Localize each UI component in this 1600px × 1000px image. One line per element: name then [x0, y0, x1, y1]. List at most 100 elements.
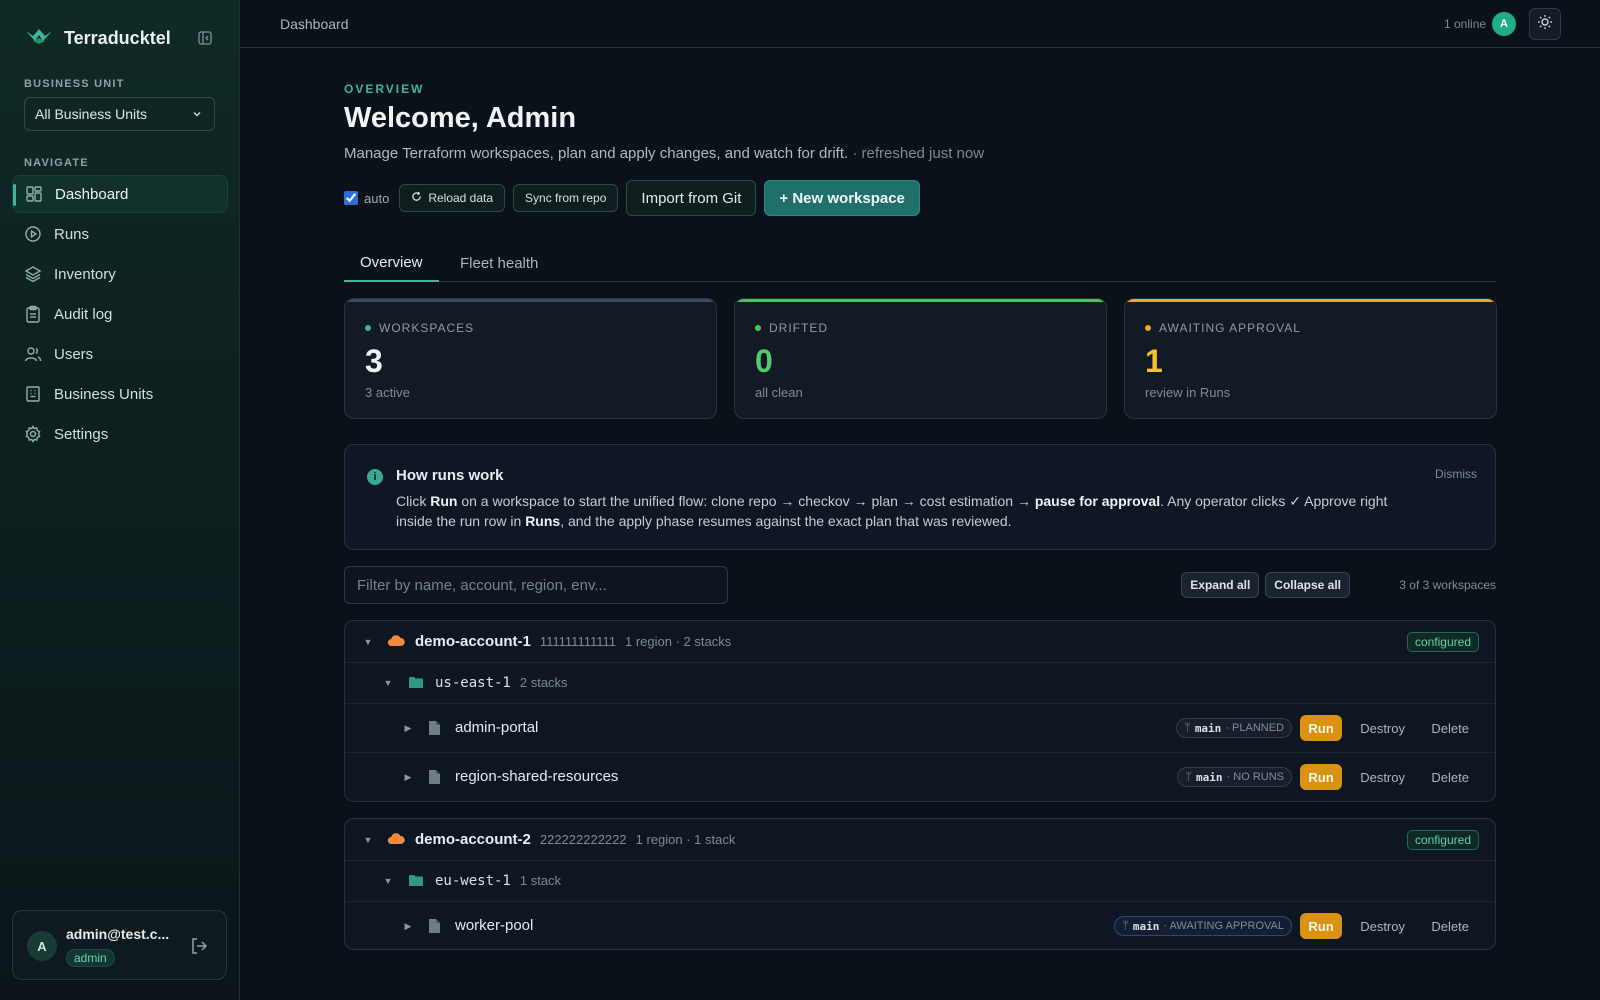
tab-fleet-health[interactable]: Fleet health [444, 244, 554, 282]
run-button[interactable]: Run [1300, 715, 1342, 741]
branch-name: main [1194, 721, 1222, 735]
delete-button[interactable]: Delete [1431, 721, 1469, 736]
region-info: eu-west-1 1 stack [435, 873, 561, 889]
chevron-right-icon[interactable]: ▶ [403, 723, 413, 733]
stat-value: 0 [755, 343, 773, 379]
account-row[interactable]: ▼ demo-account-1 111111111111 1 region ·… [345, 621, 1495, 663]
action-bar: auto Reload data Sync from repo Import f… [344, 180, 920, 216]
expand-all-button[interactable]: Expand all [1181, 572, 1260, 598]
chevron-down-icon[interactable]: ▼ [383, 876, 393, 886]
app-name: Terraducktel [64, 27, 171, 48]
breadcrumb[interactable]: Dashboard [280, 16, 349, 32]
destroy-button[interactable]: Destroy [1360, 770, 1405, 785]
file-icon [428, 918, 441, 939]
workspace-name[interactable]: worker-pool [455, 917, 533, 934]
stat-label-text: DRIFTED [769, 321, 828, 335]
workspace-name[interactable]: region-shared-resources [455, 768, 618, 785]
sidebar-item-dashboard[interactable]: Dashboard [12, 175, 228, 213]
stat-card-workspaces[interactable]: WORKSPACES 3 3 active [344, 298, 717, 419]
chevron-right-icon[interactable]: ▶ [403, 921, 413, 931]
sidebar-item-runs[interactable]: Runs [12, 215, 228, 253]
stat-label: AWAITING APPROVAL [1145, 321, 1301, 335]
delete-button[interactable]: Delete [1431, 770, 1469, 785]
run-button[interactable]: Run [1300, 913, 1342, 939]
account-meta: 1 region · 1 stack [635, 832, 736, 847]
sidebar-item-label: Runs [54, 225, 90, 243]
chevron-down-icon[interactable]: ▼ [363, 637, 373, 647]
stat-accent-bar [735, 299, 1106, 302]
workspace-row[interactable]: ▶ admin-portal ᛘ main · PLANNED Run Dest… [345, 704, 1495, 753]
sidebar-item-label: Settings [54, 425, 109, 443]
sidebar-item-audit-log[interactable]: Audit log [12, 295, 228, 333]
theme-toggle-button[interactable] [1529, 8, 1561, 40]
collapse-sidebar-icon[interactable] [196, 29, 214, 47]
info-bold: pause for approval [1034, 493, 1161, 509]
info-text: , and the apply phase resumes against th… [560, 513, 1012, 529]
topbar: Dashboard 1 online A [240, 0, 1600, 48]
chevron-down-icon[interactable]: ▼ [383, 678, 393, 688]
run-status: · PLANNED [1225, 722, 1284, 734]
region-name: eu-west-1 [435, 873, 511, 889]
clipboard-icon [24, 305, 42, 323]
sidebar: Terraducktel BUSINESS UNIT All Business … [0, 0, 240, 1000]
info-body: Click Run on a workspace to start the un… [396, 491, 1426, 531]
account-row[interactable]: ▼ demo-account-2 222222222222 1 region ·… [345, 819, 1495, 861]
region-meta: 2 stacks [519, 675, 568, 690]
info-text: on a workspace to start the unified flow… [457, 493, 1035, 509]
run-button[interactable]: Run [1300, 764, 1342, 790]
logout-icon[interactable] [189, 936, 209, 956]
region-row[interactable]: ▼ us-east-1 2 stacks [345, 663, 1495, 704]
stat-card-drifted[interactable]: DRIFTED 0 all clean [734, 298, 1107, 419]
dashboard-icon [25, 185, 43, 203]
stat-card-awaiting-approval[interactable]: AWAITING APPROVAL 1 review in Runs [1124, 298, 1497, 419]
new-workspace-button[interactable]: + New workspace [764, 180, 920, 216]
git-branch-icon: ᛘ [1184, 722, 1191, 734]
brand[interactable]: Terraducktel [24, 26, 171, 50]
delete-button[interactable]: Delete [1431, 919, 1469, 934]
region-row[interactable]: ▼ eu-west-1 1 stack [345, 861, 1495, 902]
refreshed-text: · refreshed just now [852, 145, 985, 162]
info-bold: Run [430, 493, 458, 509]
sidebar-item-settings[interactable]: Settings [12, 415, 228, 453]
sidebar-item-inventory[interactable]: Inventory [12, 255, 228, 293]
workspace-name[interactable]: admin-portal [455, 719, 538, 736]
business-unit-select[interactable]: All Business Units [24, 97, 215, 131]
layers-icon [24, 265, 42, 283]
stat-subtext: review in Runs [1145, 385, 1231, 400]
collapse-all-button[interactable]: Collapse all [1265, 572, 1350, 598]
destroy-button[interactable]: Destroy [1360, 721, 1405, 736]
git-branch-icon: ᛘ [1185, 771, 1193, 783]
workspace-row[interactable]: ▶ region-shared-resources ᛘ main · NO RU… [345, 753, 1495, 801]
status-dot-icon [365, 325, 371, 331]
sidebar-item-business-units[interactable]: Business Units [12, 375, 228, 413]
run-status: · NO RUNS [1226, 771, 1284, 783]
avatar[interactable]: A [1492, 12, 1516, 36]
chevron-down-icon [192, 106, 202, 122]
destroy-button[interactable]: Destroy [1360, 919, 1405, 934]
navigate-label: NAVIGATE [24, 157, 89, 169]
play-circle-icon [24, 225, 42, 243]
stat-value: 1 [1145, 343, 1163, 379]
sidebar-item-label: Inventory [54, 265, 116, 283]
stat-accent-bar [1125, 299, 1496, 302]
workspace-row[interactable]: ▶ worker-pool ᛘ main · AWAITING APPROVAL… [345, 902, 1495, 949]
chevron-right-icon[interactable]: ▶ [403, 772, 413, 782]
section-eyebrow: OVERVIEW [344, 82, 425, 96]
status-badge: configured [1406, 632, 1479, 652]
online-count: 1 online [1444, 17, 1487, 31]
auto-refresh-checkbox[interactable] [344, 191, 358, 205]
import-from-git-button[interactable]: Import from Git [626, 180, 757, 216]
branch-status-badge: ᛘ main · NO RUNS [1177, 767, 1292, 787]
region-meta: 1 stack [519, 873, 562, 888]
sidebar-item-users[interactable]: Users [12, 335, 228, 373]
sync-from-repo-button[interactable]: Sync from repo [513, 184, 619, 212]
tab-overview[interactable]: Overview [344, 244, 439, 282]
auto-refresh-toggle[interactable]: auto [344, 191, 389, 206]
reload-data-button[interactable]: Reload data [399, 184, 506, 212]
chevron-down-icon[interactable]: ▼ [363, 835, 373, 845]
filter-input[interactable] [344, 566, 728, 604]
account-info: demo-account-1 111111111111 1 region · 2… [415, 633, 731, 650]
sidebar-item-label: Business Units [54, 385, 154, 403]
dismiss-button[interactable]: Dismiss [1435, 467, 1477, 481]
gear-icon [24, 425, 42, 443]
